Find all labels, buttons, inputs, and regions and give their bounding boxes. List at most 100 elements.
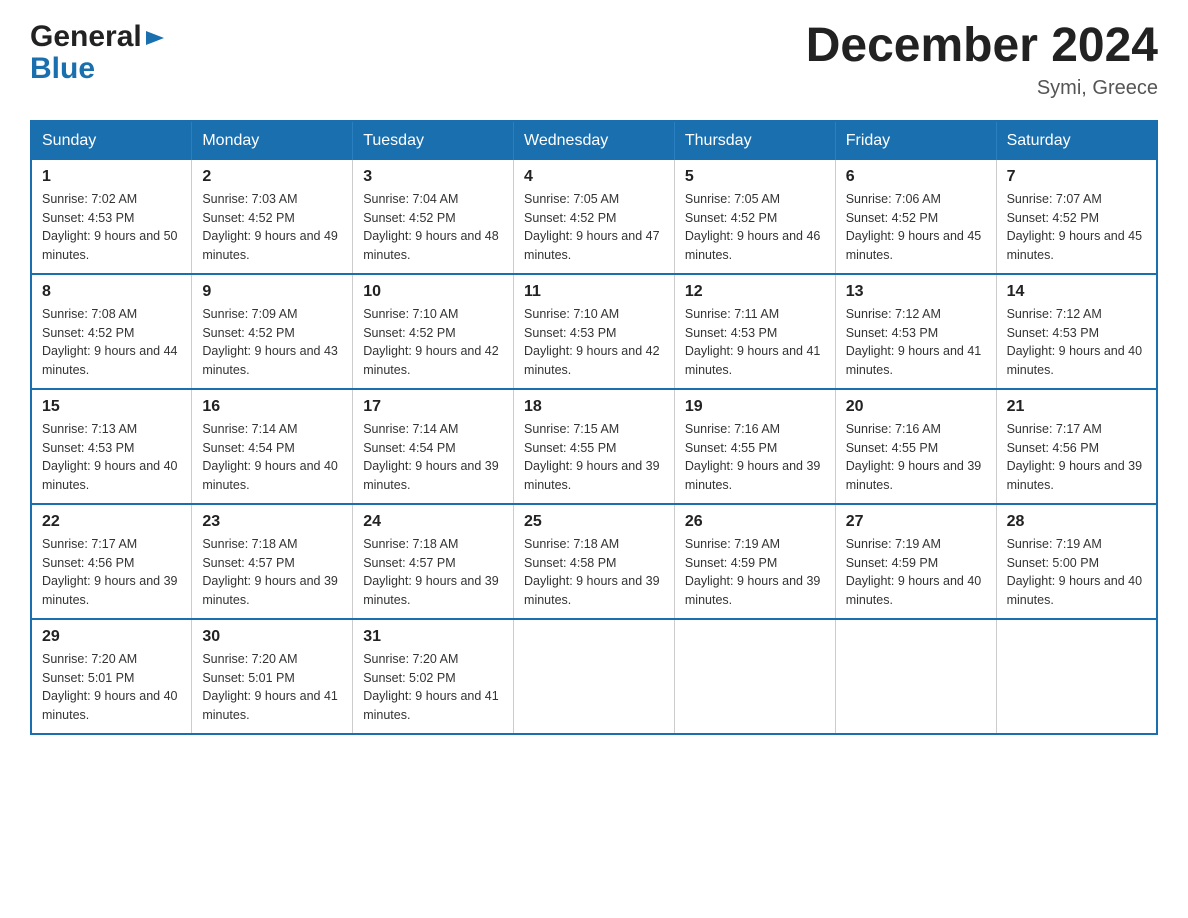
header-tuesday: Tuesday	[353, 121, 514, 160]
header-thursday: Thursday	[674, 121, 835, 160]
sunrise-label: Sunrise: 7:19 AM	[846, 537, 941, 551]
sunset-label: Sunset: 4:52 PM	[1007, 211, 1099, 225]
calendar-cell: 9 Sunrise: 7:09 AM Sunset: 4:52 PM Dayli…	[192, 274, 353, 389]
day-number: 15	[42, 398, 181, 416]
day-info: Sunrise: 7:17 AM Sunset: 4:56 PM Dayligh…	[1007, 420, 1146, 495]
day-info: Sunrise: 7:11 AM Sunset: 4:53 PM Dayligh…	[685, 305, 825, 380]
day-number: 8	[42, 283, 181, 301]
header-sunday: Sunday	[31, 121, 192, 160]
day-number: 2	[202, 168, 342, 186]
daylight-label: Daylight: 9 hours and 43 minutes.	[202, 344, 338, 377]
sunset-label: Sunset: 4:55 PM	[846, 441, 938, 455]
calendar-cell: 1 Sunrise: 7:02 AM Sunset: 4:53 PM Dayli…	[31, 160, 192, 274]
sunrise-label: Sunrise: 7:18 AM	[524, 537, 619, 551]
sunset-label: Sunset: 4:52 PM	[524, 211, 616, 225]
sunset-label: Sunset: 4:53 PM	[524, 326, 616, 340]
calendar-cell: 30 Sunrise: 7:20 AM Sunset: 5:01 PM Dayl…	[192, 619, 353, 734]
day-info: Sunrise: 7:18 AM Sunset: 4:57 PM Dayligh…	[202, 535, 342, 610]
day-number: 20	[846, 398, 986, 416]
sunset-label: Sunset: 4:56 PM	[42, 556, 134, 570]
sunrise-label: Sunrise: 7:07 AM	[1007, 192, 1102, 206]
day-info: Sunrise: 7:12 AM Sunset: 4:53 PM Dayligh…	[1007, 305, 1146, 380]
calendar-cell: 18 Sunrise: 7:15 AM Sunset: 4:55 PM Dayl…	[514, 389, 675, 504]
daylight-label: Daylight: 9 hours and 40 minutes.	[846, 574, 982, 607]
day-info: Sunrise: 7:18 AM Sunset: 4:58 PM Dayligh…	[524, 535, 664, 610]
sunrise-label: Sunrise: 7:20 AM	[202, 652, 297, 666]
day-info: Sunrise: 7:08 AM Sunset: 4:52 PM Dayligh…	[42, 305, 181, 380]
calendar-cell: 15 Sunrise: 7:13 AM Sunset: 4:53 PM Dayl…	[31, 389, 192, 504]
calendar-cell: 20 Sunrise: 7:16 AM Sunset: 4:55 PM Dayl…	[835, 389, 996, 504]
sunset-label: Sunset: 4:54 PM	[363, 441, 455, 455]
daylight-label: Daylight: 9 hours and 46 minutes.	[685, 229, 821, 262]
day-info: Sunrise: 7:12 AM Sunset: 4:53 PM Dayligh…	[846, 305, 986, 380]
day-number: 22	[42, 513, 181, 531]
day-number: 25	[524, 513, 664, 531]
calendar-cell: 28 Sunrise: 7:19 AM Sunset: 5:00 PM Dayl…	[996, 504, 1157, 619]
calendar-cell: 25 Sunrise: 7:18 AM Sunset: 4:58 PM Dayl…	[514, 504, 675, 619]
daylight-label: Daylight: 9 hours and 39 minutes.	[685, 459, 821, 492]
sunrise-label: Sunrise: 7:13 AM	[42, 422, 137, 436]
calendar-cell: 8 Sunrise: 7:08 AM Sunset: 4:52 PM Dayli…	[31, 274, 192, 389]
sunset-label: Sunset: 4:59 PM	[685, 556, 777, 570]
calendar-cell: 2 Sunrise: 7:03 AM Sunset: 4:52 PM Dayli…	[192, 160, 353, 274]
daylight-label: Daylight: 9 hours and 42 minutes.	[524, 344, 660, 377]
sunset-label: Sunset: 4:57 PM	[363, 556, 455, 570]
sunset-label: Sunset: 4:53 PM	[42, 211, 134, 225]
daylight-label: Daylight: 9 hours and 40 minutes.	[1007, 344, 1143, 377]
sunrise-label: Sunrise: 7:16 AM	[685, 422, 780, 436]
calendar-cell: 3 Sunrise: 7:04 AM Sunset: 4:52 PM Dayli…	[353, 160, 514, 274]
daylight-label: Daylight: 9 hours and 41 minutes.	[685, 344, 821, 377]
logo-arrow-icon	[144, 27, 166, 49]
sunset-label: Sunset: 4:53 PM	[846, 326, 938, 340]
calendar-header-row: Sunday Monday Tuesday Wednesday Thursday…	[31, 121, 1157, 160]
daylight-label: Daylight: 9 hours and 39 minutes.	[42, 574, 178, 607]
daylight-label: Daylight: 9 hours and 47 minutes.	[524, 229, 660, 262]
calendar-cell: 7 Sunrise: 7:07 AM Sunset: 4:52 PM Dayli…	[996, 160, 1157, 274]
calendar-week-row: 15 Sunrise: 7:13 AM Sunset: 4:53 PM Dayl…	[31, 389, 1157, 504]
sunset-label: Sunset: 4:56 PM	[1007, 441, 1099, 455]
daylight-label: Daylight: 9 hours and 40 minutes.	[202, 459, 338, 492]
day-number: 21	[1007, 398, 1146, 416]
calendar-cell: 27 Sunrise: 7:19 AM Sunset: 4:59 PM Dayl…	[835, 504, 996, 619]
day-info: Sunrise: 7:20 AM Sunset: 5:02 PM Dayligh…	[363, 650, 503, 725]
logo-general: General	[30, 20, 142, 54]
sunrise-label: Sunrise: 7:08 AM	[42, 307, 137, 321]
header-friday: Friday	[835, 121, 996, 160]
day-info: Sunrise: 7:13 AM Sunset: 4:53 PM Dayligh…	[42, 420, 181, 495]
daylight-label: Daylight: 9 hours and 49 minutes.	[202, 229, 338, 262]
day-number: 19	[685, 398, 825, 416]
day-info: Sunrise: 7:14 AM Sunset: 4:54 PM Dayligh…	[363, 420, 503, 495]
calendar-cell: 29 Sunrise: 7:20 AM Sunset: 5:01 PM Dayl…	[31, 619, 192, 734]
daylight-label: Daylight: 9 hours and 48 minutes.	[363, 229, 499, 262]
sunrise-label: Sunrise: 7:03 AM	[202, 192, 297, 206]
daylight-label: Daylight: 9 hours and 40 minutes.	[42, 459, 178, 492]
day-number: 6	[846, 168, 986, 186]
sunset-label: Sunset: 4:53 PM	[685, 326, 777, 340]
sunset-label: Sunset: 4:52 PM	[846, 211, 938, 225]
calendar-cell: 4 Sunrise: 7:05 AM Sunset: 4:52 PM Dayli…	[514, 160, 675, 274]
day-number: 13	[846, 283, 986, 301]
calendar-cell	[514, 619, 675, 734]
daylight-label: Daylight: 9 hours and 39 minutes.	[1007, 459, 1143, 492]
day-info: Sunrise: 7:19 AM Sunset: 4:59 PM Dayligh…	[846, 535, 986, 610]
daylight-label: Daylight: 9 hours and 44 minutes.	[42, 344, 178, 377]
daylight-label: Daylight: 9 hours and 39 minutes.	[524, 459, 660, 492]
day-info: Sunrise: 7:15 AM Sunset: 4:55 PM Dayligh…	[524, 420, 664, 495]
day-number: 3	[363, 168, 503, 186]
day-number: 16	[202, 398, 342, 416]
sunset-label: Sunset: 4:53 PM	[1007, 326, 1099, 340]
day-number: 27	[846, 513, 986, 531]
daylight-label: Daylight: 9 hours and 39 minutes.	[846, 459, 982, 492]
calendar-cell: 5 Sunrise: 7:05 AM Sunset: 4:52 PM Dayli…	[674, 160, 835, 274]
daylight-label: Daylight: 9 hours and 40 minutes.	[42, 689, 178, 722]
calendar-cell: 21 Sunrise: 7:17 AM Sunset: 4:56 PM Dayl…	[996, 389, 1157, 504]
calendar-cell: 14 Sunrise: 7:12 AM Sunset: 4:53 PM Dayl…	[996, 274, 1157, 389]
day-info: Sunrise: 7:04 AM Sunset: 4:52 PM Dayligh…	[363, 190, 503, 265]
sunrise-label: Sunrise: 7:17 AM	[42, 537, 137, 551]
calendar-cell: 19 Sunrise: 7:16 AM Sunset: 4:55 PM Dayl…	[674, 389, 835, 504]
day-number: 24	[363, 513, 503, 531]
day-number: 18	[524, 398, 664, 416]
sunset-label: Sunset: 5:02 PM	[363, 671, 455, 685]
day-info: Sunrise: 7:20 AM Sunset: 5:01 PM Dayligh…	[42, 650, 181, 725]
daylight-label: Daylight: 9 hours and 39 minutes.	[363, 574, 499, 607]
